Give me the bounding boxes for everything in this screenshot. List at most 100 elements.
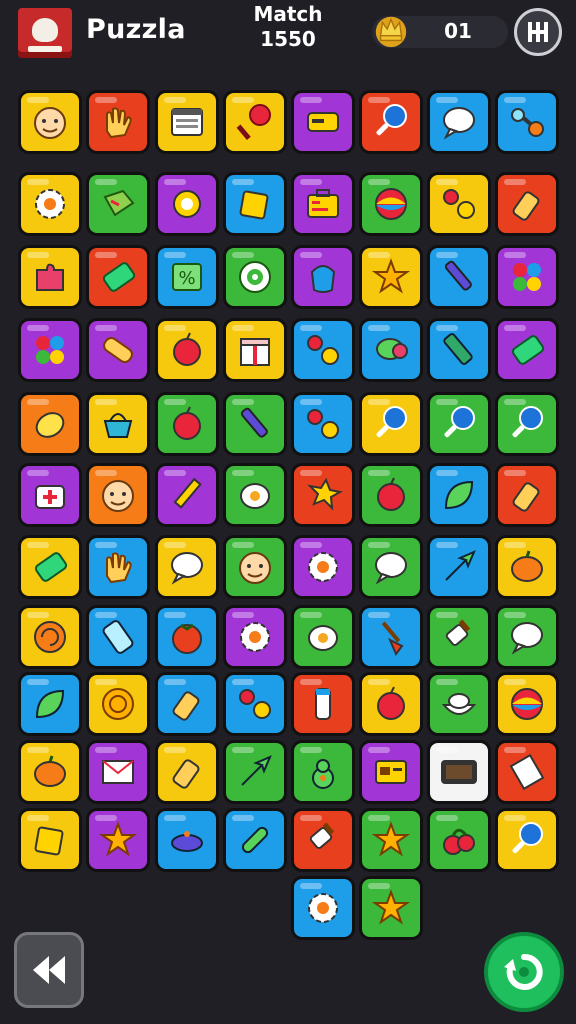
puzzle-tile[interactable] bbox=[18, 463, 82, 527]
face-icon bbox=[239, 552, 271, 584]
puzzle-tile[interactable] bbox=[495, 535, 559, 599]
puzzle-tile[interactable] bbox=[427, 245, 491, 309]
puzzle-tile[interactable] bbox=[86, 672, 150, 736]
puzzle-tile[interactable] bbox=[155, 90, 219, 154]
puzzle-tile[interactable] bbox=[427, 740, 491, 804]
puzzle-piece-icon bbox=[36, 263, 64, 291]
puzzle-tile[interactable] bbox=[18, 172, 82, 236]
puzzle-tile[interactable] bbox=[86, 172, 150, 236]
puzzle-tile[interactable] bbox=[18, 392, 82, 456]
puzzle-tile[interactable] bbox=[18, 318, 82, 382]
puzzle-tile[interactable] bbox=[223, 672, 287, 736]
puzzle-tile[interactable] bbox=[359, 808, 423, 872]
puzzle-tile[interactable] bbox=[359, 535, 423, 599]
pen-icon bbox=[240, 407, 268, 438]
puzzle-tile[interactable] bbox=[495, 90, 559, 154]
puzzle-tile[interactable] bbox=[223, 463, 287, 527]
puzzle-tile[interactable] bbox=[359, 172, 423, 236]
puzzle-tile[interactable] bbox=[291, 605, 355, 669]
puzzle-tile[interactable] bbox=[155, 672, 219, 736]
puzzle-tile[interactable] bbox=[18, 245, 82, 309]
puzzle-tile[interactable] bbox=[495, 672, 559, 736]
puzzle-tile[interactable] bbox=[155, 605, 219, 669]
basket-icon bbox=[103, 413, 133, 438]
puzzle-tile[interactable] bbox=[359, 876, 423, 940]
back-button[interactable] bbox=[14, 932, 84, 1008]
puzzle-tile[interactable] bbox=[155, 172, 219, 236]
puzzle-tile[interactable] bbox=[291, 535, 355, 599]
puzzle-tile[interactable] bbox=[291, 318, 355, 382]
puzzle-tile[interactable] bbox=[359, 740, 423, 804]
puzzle-tile[interactable] bbox=[291, 172, 355, 236]
puzzle-tile[interactable] bbox=[291, 740, 355, 804]
puzzle-tile[interactable] bbox=[427, 605, 491, 669]
puzzle-tile[interactable] bbox=[86, 392, 150, 456]
puzzle-tile[interactable] bbox=[155, 740, 219, 804]
puzzle-tile[interactable] bbox=[86, 535, 150, 599]
puzzle-tile[interactable] bbox=[359, 463, 423, 527]
puzzle-tile[interactable] bbox=[495, 245, 559, 309]
puzzle-tile[interactable] bbox=[223, 535, 287, 599]
puzzle-tile[interactable] bbox=[359, 605, 423, 669]
puzzle-board: % bbox=[0, 0, 576, 1024]
puzzle-tile[interactable] bbox=[86, 90, 150, 154]
puzzle-tile[interactable] bbox=[291, 90, 355, 154]
puzzle-tile[interactable] bbox=[427, 392, 491, 456]
puzzle-tile[interactable] bbox=[223, 392, 287, 456]
puzzle-tile[interactable] bbox=[86, 463, 150, 527]
puzzle-tile[interactable] bbox=[495, 463, 559, 527]
puzzle-tile[interactable] bbox=[359, 318, 423, 382]
svg-text:%: % bbox=[178, 268, 195, 289]
puzzle-tile[interactable] bbox=[495, 808, 559, 872]
puzzle-tile[interactable] bbox=[291, 876, 355, 940]
puzzle-tile[interactable] bbox=[495, 740, 559, 804]
puzzle-tile[interactable] bbox=[18, 672, 82, 736]
puzzle-tile[interactable] bbox=[223, 318, 287, 382]
puzzle-tile[interactable] bbox=[495, 392, 559, 456]
puzzle-tile[interactable] bbox=[18, 808, 82, 872]
puzzle-tile[interactable] bbox=[291, 245, 355, 309]
puzzle-tile[interactable] bbox=[86, 245, 150, 309]
puzzle-tile[interactable] bbox=[495, 172, 559, 236]
puzzle-tile[interactable] bbox=[427, 172, 491, 236]
puzzle-tile[interactable] bbox=[291, 463, 355, 527]
puzzle-tile[interactable] bbox=[427, 808, 491, 872]
puzzle-tile[interactable] bbox=[155, 808, 219, 872]
puzzle-tile[interactable] bbox=[155, 463, 219, 527]
puzzle-tile[interactable] bbox=[359, 392, 423, 456]
puzzle-tile[interactable] bbox=[427, 672, 491, 736]
puzzle-tile[interactable] bbox=[223, 605, 287, 669]
puzzle-tile[interactable] bbox=[359, 245, 423, 309]
puzzle-tile[interactable] bbox=[155, 318, 219, 382]
puzzle-tile[interactable] bbox=[18, 740, 82, 804]
puzzle-tile[interactable] bbox=[223, 172, 287, 236]
puzzle-tile[interactable] bbox=[223, 245, 287, 309]
puzzle-tile[interactable] bbox=[427, 318, 491, 382]
puzzle-tile[interactable] bbox=[86, 318, 150, 382]
puzzle-tile[interactable] bbox=[291, 672, 355, 736]
puzzle-tile[interactable] bbox=[291, 392, 355, 456]
puzzle-tile[interactable] bbox=[495, 605, 559, 669]
puzzle-tile[interactable] bbox=[86, 740, 150, 804]
puzzle-tile[interactable] bbox=[359, 90, 423, 154]
coin-icon bbox=[102, 688, 134, 720]
puzzle-tile[interactable] bbox=[155, 535, 219, 599]
puzzle-tile[interactable] bbox=[223, 808, 287, 872]
puzzle-tile[interactable] bbox=[495, 318, 559, 382]
puzzle-tile[interactable] bbox=[223, 90, 287, 154]
puzzle-tile[interactable]: % bbox=[155, 245, 219, 309]
puzzle-tile[interactable] bbox=[427, 90, 491, 154]
refresh-button[interactable] bbox=[484, 932, 564, 1012]
puzzle-tile[interactable] bbox=[223, 740, 287, 804]
puzzle-tile[interactable] bbox=[427, 463, 491, 527]
puzzle-tile[interactable] bbox=[18, 535, 82, 599]
puzzle-tile[interactable] bbox=[155, 392, 219, 456]
star-icon bbox=[371, 889, 411, 925]
puzzle-tile[interactable] bbox=[18, 90, 82, 154]
puzzle-tile[interactable] bbox=[291, 808, 355, 872]
puzzle-tile[interactable] bbox=[359, 672, 423, 736]
puzzle-tile[interactable] bbox=[18, 605, 82, 669]
puzzle-tile[interactable] bbox=[86, 808, 150, 872]
puzzle-tile[interactable] bbox=[427, 535, 491, 599]
puzzle-tile[interactable] bbox=[86, 605, 150, 669]
